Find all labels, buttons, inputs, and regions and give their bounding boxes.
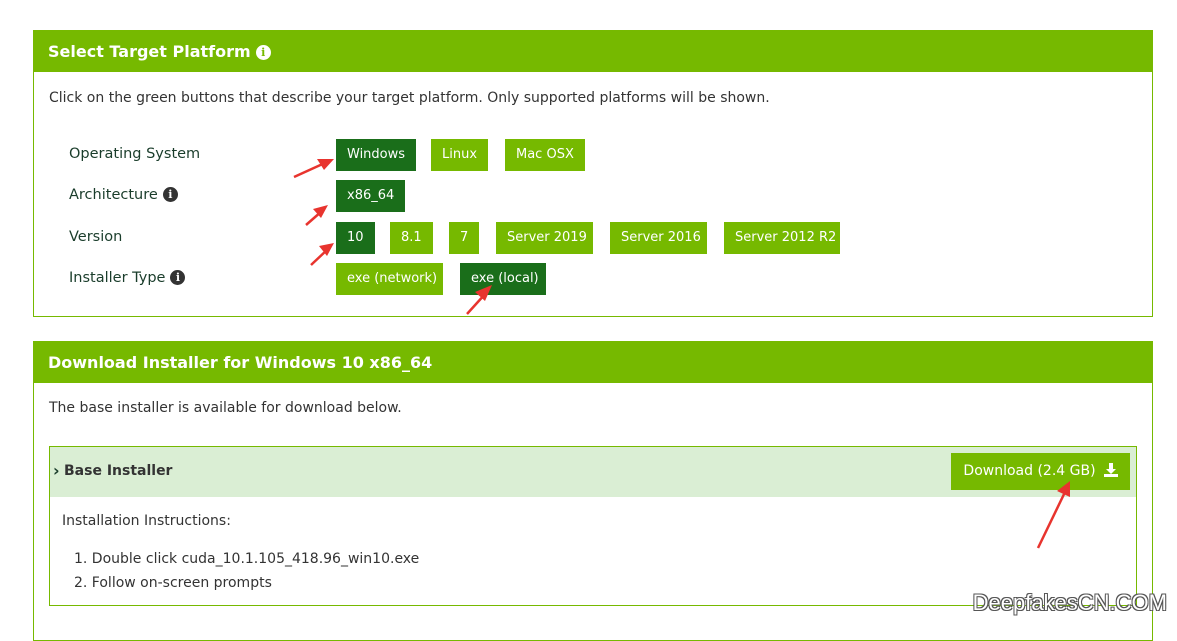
version-option-7[interactable]: 7 [449,222,480,254]
version-option-10[interactable]: 10 [336,222,375,254]
installer-option-exe-local[interactable]: exe (local) [460,263,546,295]
download-icon [1103,455,1118,492]
version-option-8-1[interactable]: 8.1 [390,222,433,254]
download-description: The base installer is available for down… [49,400,402,416]
architecture-label: Architecture [69,187,158,203]
base-installer-title: Base Installer [64,463,173,479]
installer-type-label-row: Installer Type i [69,270,186,286]
list-item: 2. Follow on-screen prompts [74,575,272,591]
download-button-label: Download (2.4 GB) [963,463,1096,479]
base-installer-box: › Base Installer Download (2.4 GB) Insta… [49,446,1137,606]
base-installer-header[interactable]: › Base Installer Download (2.4 GB) [50,447,1136,497]
version-option-server-2016[interactable]: Server 2016 [610,222,707,254]
info-icon[interactable]: i [170,270,186,285]
watermark: DeepfakesCN.COM [972,590,1167,615]
os-option-windows[interactable]: Windows [336,139,417,171]
chevron-right-icon[interactable]: › [53,461,60,480]
os-option-mac-osx[interactable]: Mac OSX [505,139,585,171]
architecture-label-row: Architecture i [69,187,178,203]
download-panel-header: Download Installer for Windows 10 x86_64 [34,342,1152,383]
info-icon[interactable]: i [162,187,178,202]
download-button[interactable]: Download (2.4 GB) [951,453,1130,490]
select-target-platform-panel: Select Target Platform i Click on the gre… [33,30,1153,317]
arch-option-x86-64[interactable]: x86_64 [336,180,406,212]
platform-panel-title: Select Target Platform [48,42,251,61]
version-label: Version [69,229,123,245]
platform-panel-header: Select Target Platform i [34,31,1152,72]
installation-steps: 1. Double click cuda_10.1.105_418.96_win… [74,547,419,595]
info-icon[interactable]: i [255,45,271,60]
installer-option-exe-network[interactable]: exe (network) [336,263,443,295]
version-option-server-2019[interactable]: Server 2019 [496,222,593,254]
version-option-server-2012-r2[interactable]: Server 2012 R2 [724,222,840,254]
installer-type-label: Installer Type [69,270,166,286]
os-label: Operating System [69,146,201,162]
platform-description: Click on the green buttons that describe… [49,90,770,106]
download-panel-title: Download Installer for Windows 10 x86_64 [48,353,433,372]
installation-instructions-title: Installation Instructions: [62,513,231,529]
os-option-linux[interactable]: Linux [431,139,489,171]
list-item: 1. Double click cuda_10.1.105_418.96_win… [74,551,420,567]
